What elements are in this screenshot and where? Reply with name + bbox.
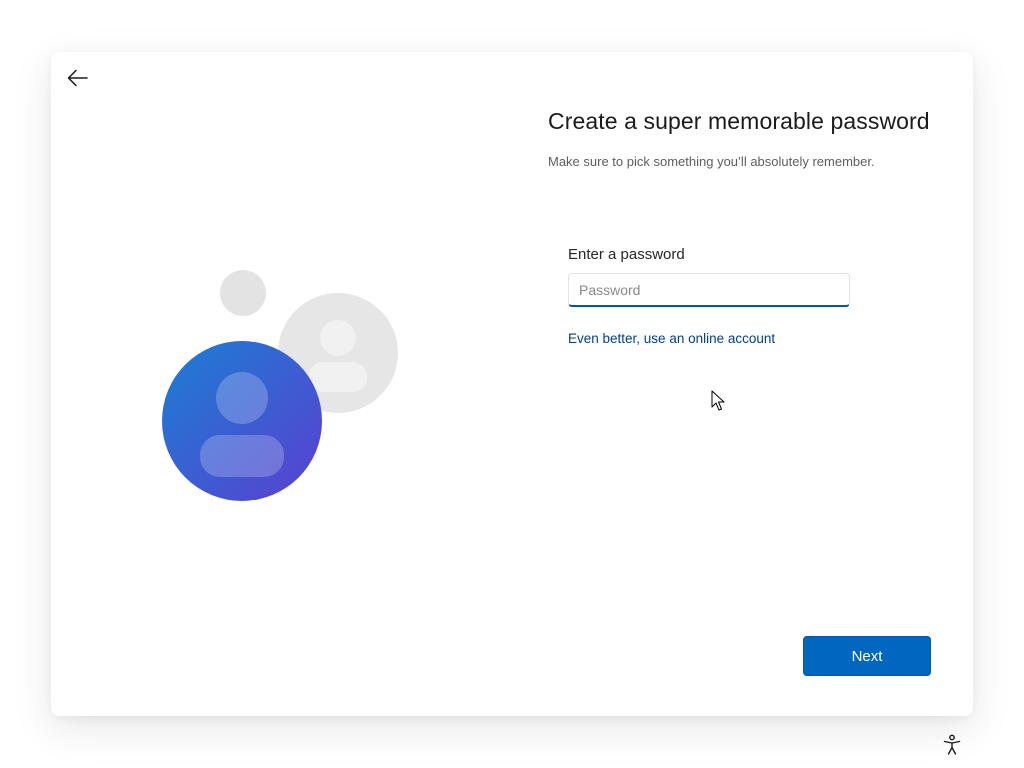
primary-user-head [216,372,268,424]
secondary-user-head [320,320,356,356]
accessibility-button[interactable] [940,732,964,758]
password-input[interactable] [568,273,850,307]
page-subtitle: Make sure to pick something you’ll absol… [548,154,875,169]
page-title: Create a super memorable password [548,108,930,134]
password-field-label: Enter a password [568,246,685,263]
secondary-user-body [309,362,367,392]
small-gray-circle [220,270,266,316]
online-account-link[interactable]: Even better, use an online account [568,331,775,346]
primary-user-body [200,435,284,477]
accessibility-icon [943,734,961,755]
content-panel: Create a super memorable password Make s… [548,107,948,346]
back-button[interactable] [63,64,93,92]
arrow-left-icon [67,69,88,87]
setup-card: Create a super memorable password Make s… [51,52,973,716]
oobe-screen: Create a super memorable password Make s… [0,0,1024,768]
next-button[interactable]: Next [803,636,931,676]
user-accounts-illustration [162,270,398,501]
